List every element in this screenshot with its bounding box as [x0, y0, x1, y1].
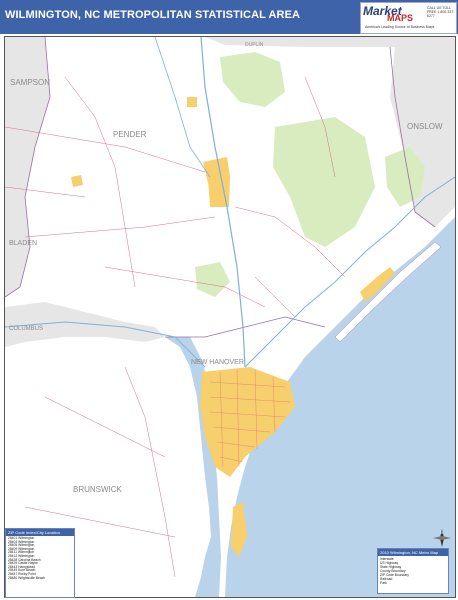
- map-key-row: Park: [380, 581, 387, 585]
- urban-town-north: [187, 97, 197, 107]
- county-label-new-hanover: NEW HANOVER: [191, 359, 244, 366]
- market-maps-logo[interactable]: Market MAPS America's Leading Source of …: [360, 2, 457, 34]
- county-label-pender: PENDER: [113, 130, 147, 139]
- urban-atkinson: [71, 175, 83, 187]
- page-title: WILMINGTON, NC METROPOLITAN STATISTICAL …: [5, 9, 301, 21]
- county-label-duplin: DUPLIN: [245, 42, 264, 48]
- zip-index-legend: ZIP Code Index/City Location 28401 Wilmi…: [5, 528, 75, 598]
- urban-burgaw-south: [208, 175, 230, 207]
- county-label-onslow: ONSLOW: [407, 122, 443, 131]
- logo-phone: CALL US TOLL FREE 1-800-337-6277: [427, 6, 455, 18]
- logo-brand-maps: MAPS: [387, 13, 414, 23]
- zip-index-heading: ZIP Code Index/City Location: [6, 529, 74, 536]
- county-label-brunswick: BRUNSWICK: [73, 485, 123, 494]
- title-bar: WILMINGTON, NC METROPOLITAN STATISTICAL …: [0, 0, 458, 34]
- county-label-sampson: SAMPSON: [10, 78, 50, 87]
- zip-index-row: 28480 Wrightsville Beach: [8, 575, 46, 580]
- county-label-columbus: COLUMBUS: [9, 326, 43, 332]
- compass-north-label: N: [440, 530, 443, 535]
- map-key-heading: 2010 Wilmington, NC Metro Map: [378, 549, 448, 556]
- map-key-legend: 2010 Wilmington, NC Metro Map Interstate…: [377, 548, 449, 594]
- map-canvas[interactable]: SAMPSON PENDER ONSLOW BLADEN COLUMBUS NE…: [4, 36, 456, 598]
- logo-tagline: America's Leading Source of Business Map…: [365, 25, 435, 29]
- compass-rose-icon: N: [432, 528, 452, 548]
- county-label-bladen: BLADEN: [9, 240, 37, 247]
